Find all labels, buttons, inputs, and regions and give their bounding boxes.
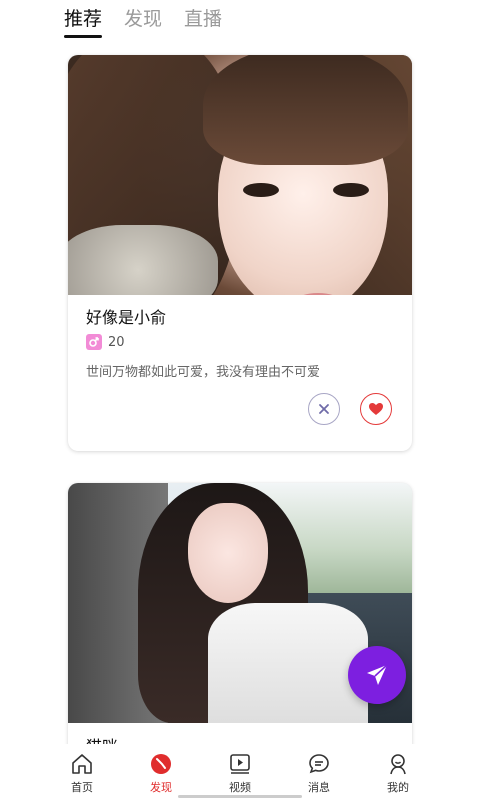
home-indicator — [178, 795, 302, 798]
send-fab-button[interactable] — [348, 646, 406, 704]
card-actions — [308, 393, 392, 425]
photo-part — [203, 55, 408, 165]
like-button[interactable] — [360, 393, 392, 425]
nav-item-discover[interactable]: 发现 — [131, 744, 191, 800]
profile-card[interactable]: 猫咪 — [68, 483, 412, 763]
heart-icon — [369, 403, 383, 415]
profile-icon — [390, 754, 406, 775]
nav-item-home[interactable]: 首页 — [52, 744, 112, 800]
dislike-button[interactable] — [308, 393, 340, 425]
video-icon — [230, 754, 250, 774]
nav-label: 视频 — [229, 781, 251, 794]
app-screen: 推荐 发现 直播 好像是小俞 20 世间万物都如此可爱，我没有理由不可爱 首页 … — [0, 0, 480, 800]
discover-icon — [151, 754, 171, 774]
send-icon — [367, 664, 388, 685]
photo-part — [208, 603, 368, 723]
photo-part — [188, 503, 268, 603]
profile-card[interactable]: 好像是小俞 20 世间万物都如此可爱，我没有理由不可爱 — [68, 55, 412, 451]
tab-recommend[interactable]: 推荐 — [64, 6, 103, 38]
nav-label: 消息 — [308, 781, 330, 794]
nav-label: 我的 — [387, 781, 409, 794]
top-tab-bar: 推荐 发现 直播 — [64, 6, 222, 38]
nav-label: 发现 — [150, 781, 172, 794]
photo-part — [333, 183, 369, 197]
home-icon — [72, 754, 92, 774]
photo-part — [243, 183, 279, 197]
age-row: 20 — [86, 334, 394, 350]
tab-live[interactable]: 直播 — [184, 6, 222, 32]
nav-item-messages[interactable]: 消息 — [289, 744, 349, 800]
profile-bio: 世间万物都如此可爱，我没有理由不可爱 — [86, 365, 321, 380]
card-body: 好像是小俞 20 世间万物都如此可爱，我没有理由不可爱 — [68, 295, 412, 425]
female-icon — [86, 334, 102, 350]
photo-part — [68, 225, 218, 295]
profile-age: 20 — [108, 334, 125, 350]
profile-name: 好像是小俞 — [86, 308, 167, 327]
nav-item-profile[interactable]: 我的 — [368, 744, 428, 800]
nav-item-video[interactable]: 视频 — [210, 744, 270, 800]
nav-label: 首页 — [71, 781, 93, 794]
message-icon — [309, 754, 329, 774]
bottom-nav: 首页 发现 视频 消息 我的 — [0, 744, 480, 800]
tab-discover[interactable]: 发现 — [124, 6, 162, 32]
x-icon — [319, 404, 329, 414]
profile-photo[interactable] — [68, 55, 412, 295]
